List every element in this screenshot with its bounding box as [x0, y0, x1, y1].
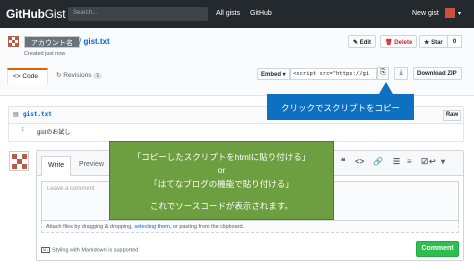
file-icon: ▤: [13, 112, 19, 118]
overlay-line-3: 「はてなブログの機能で貼り付ける」: [149, 179, 294, 189]
nav-all-gists[interactable]: All gists: [216, 10, 240, 17]
overlay-line-4: これでソースコードが表示されます。: [150, 201, 293, 211]
quote-icon[interactable]: ❝: [341, 157, 345, 166]
new-gist-link[interactable]: New gist: [412, 10, 439, 17]
trash-icon: 🗑: [385, 40, 393, 46]
tab-revisions[interactable]: ↻ Revisions 1: [56, 71, 103, 79]
gist-title: / gist.txt: [79, 37, 110, 46]
star-button[interactable]: ★ Star: [419, 35, 448, 48]
star-count: 0: [448, 35, 462, 48]
overlay-line-1: 「コピーしたスクリプトをhtmlに貼り付ける」: [132, 152, 311, 162]
embed-select[interactable]: Embed ▾: [257, 68, 290, 80]
reply-icon[interactable]: ↩: [429, 157, 436, 166]
github-gist-logo[interactable]: GitHubGist: [6, 7, 66, 21]
raw-button[interactable]: Raw: [443, 110, 461, 121]
owner-avatar[interactable]: [8, 36, 19, 47]
download-zip-button[interactable]: Download ZIP: [413, 67, 462, 80]
pencil-icon: ✎: [353, 40, 359, 46]
code-icon: <>: [13, 73, 21, 80]
instruction-overlay: 「コピーしたスクリプトをhtmlに貼り付ける」 or 「はてなブログの機能で貼り…: [109, 141, 334, 220]
open-desktop-button[interactable]: ⤓: [394, 67, 408, 80]
markdown-note[interactable]: M↓ Styling with Markdown is supported: [41, 247, 138, 253]
file-name-link[interactable]: gist.txt: [23, 111, 52, 118]
commenter-avatar[interactable]: [9, 151, 29, 171]
select-files-link[interactable]: selecting them: [134, 224, 169, 230]
comment-submit-button[interactable]: Comment: [416, 241, 459, 257]
task-list-icon[interactable]: ☑: [421, 157, 428, 166]
clipboard-icon: ⎘: [380, 69, 386, 76]
top-navigation-bar: GitHubGist Search... All gists GitHub Ne…: [0, 0, 474, 28]
star-icon: ★: [424, 40, 430, 46]
download-icon: ⤓: [399, 69, 403, 76]
clipboard-copy-button[interactable]: ⎘: [377, 67, 389, 80]
revisions-icon: ↻: [56, 72, 62, 79]
attach-files-bar[interactable]: Attach files by dragging & dropping, sel…: [41, 221, 459, 233]
chevron-down-icon[interactable]: ▾: [441, 157, 445, 166]
chevron-down-icon[interactable]: ▾: [458, 10, 461, 17]
edit-button[interactable]: ✎ Edit: [348, 35, 377, 48]
path-separator: /: [79, 37, 82, 46]
ordered-list-icon[interactable]: ≡: [407, 157, 412, 166]
link-icon[interactable]: 🔗: [373, 157, 383, 166]
code-line: gistのお試し: [37, 130, 71, 136]
account-name[interactable]: アカウント名: [24, 36, 80, 48]
overlay-line-2: or: [217, 165, 226, 175]
nav-github[interactable]: GitHub: [250, 10, 272, 17]
embed-code-input[interactable]: <script src="https://gi: [290, 68, 377, 80]
created-timestamp: Created just now: [24, 51, 66, 57]
gist-filename-link[interactable]: gist.txt: [83, 37, 109, 46]
search-input[interactable]: Search...: [68, 7, 208, 21]
tab-code[interactable]: <> Code: [7, 68, 48, 84]
tab-preview[interactable]: Preview: [79, 161, 104, 168]
delete-button[interactable]: 🗑 Delete: [380, 35, 418, 48]
user-avatar[interactable]: [445, 8, 455, 18]
unordered-list-icon[interactable]: ☰: [393, 157, 400, 166]
line-number[interactable]: 1: [21, 127, 24, 133]
revisions-count: 1: [93, 73, 103, 79]
markdown-icon: M↓: [41, 247, 50, 253]
copy-tooltip-annotation: クリックでスクリプトをコピー: [267, 94, 414, 120]
tooltip-arrow: [379, 82, 393, 94]
tab-write[interactable]: Write: [41, 156, 71, 176]
code-icon[interactable]: <>: [355, 157, 364, 166]
